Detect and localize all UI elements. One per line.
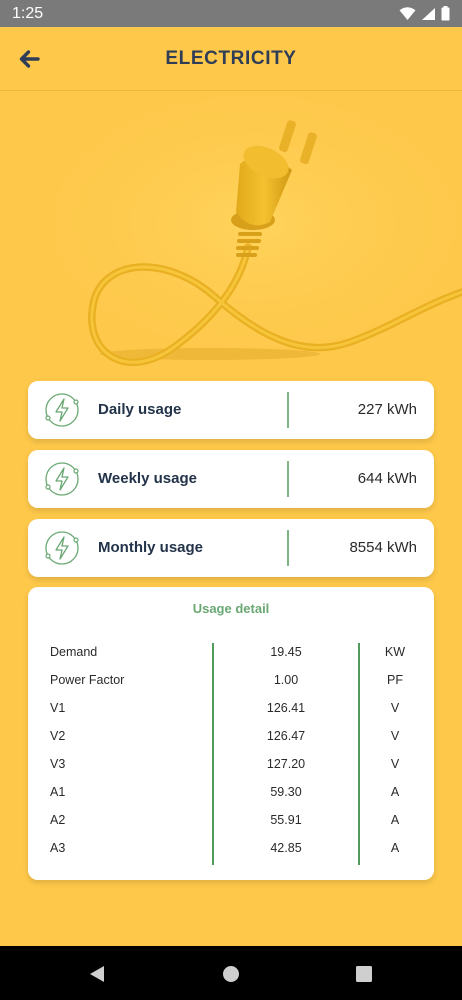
row-label: A2 [50,813,66,827]
table-row: V3 127.20 V [28,750,434,778]
card-divider [287,461,289,497]
row-unit: V [390,757,400,771]
row-value: 59.30 [270,785,302,799]
row-label: A1 [50,785,66,799]
table-row: Demand 19.45 KW [28,638,434,666]
row-label: V2 [50,729,66,743]
nav-home-button[interactable] [220,963,242,985]
row-value: 42.85 [270,841,302,855]
row-unit: V [390,701,400,715]
weekly-usage-value: 644 kWh [357,470,417,487]
status-time: 1:25 [12,4,44,22]
row-unit: A [390,813,400,827]
row-unit: KW [384,645,406,659]
table-row: V2 126.47 V [28,722,434,750]
card-divider [287,392,289,428]
row-unit: A [390,785,400,799]
row-label: V1 [50,701,66,715]
row-value: 127.20 [266,757,306,771]
status-icons [399,6,450,21]
wifi-icon [399,6,416,20]
table-row: A1 59.30 A [28,778,434,806]
weekly-usage-card[interactable]: Weekly usage 644 kWh [28,450,434,508]
table-row: Power Factor 1.00 PF [28,666,434,694]
table-row: V1 126.41 V [28,694,434,722]
nav-back-button[interactable] [86,963,108,985]
home-circle-icon [223,966,239,982]
usage-detail-title: Usage detail [192,601,270,616]
row-value: 126.47 [266,729,306,743]
daily-usage-label: Daily usage [98,401,182,418]
daily-usage-card[interactable]: Daily usage 227 kWh [28,381,434,439]
monthly-usage-label: Monthly usage [98,539,204,556]
monthly-usage-value: 8554 kWh [349,539,417,556]
row-value: 1.00 [273,673,299,687]
back-triangle-icon [90,966,104,982]
row-unit: PF [387,673,403,687]
page-title: ELECTRICITY [165,47,297,69]
battery-icon [441,6,450,21]
row-unit: A [390,841,400,855]
daily-usage-value: 227 kWh [357,401,417,418]
card-divider [287,530,289,566]
row-label: V3 [50,757,66,771]
plug-icon [0,92,462,382]
arrow-left-icon [19,50,40,68]
status-bar: 1:25 [0,0,462,27]
row-label: Power Factor [50,673,125,687]
app-bar: ELECTRICITY [0,27,462,91]
weekly-usage-label: Weekly usage [98,470,197,487]
hero-illustration [0,92,462,382]
back-button[interactable] [12,41,46,77]
navigation-bar [0,946,462,1000]
monthly-usage-card[interactable]: Monthly usage 8554 kWh [28,519,434,577]
table-row: A2 55.91 A [28,806,434,834]
row-label: A3 [50,841,66,855]
row-value: 55.91 [270,813,302,827]
signal-icon [422,7,435,20]
lightning-icon [45,393,79,427]
row-unit: V [390,729,400,743]
nav-recents-button[interactable] [353,963,375,985]
row-value: 126.41 [266,701,306,715]
lightning-icon [45,462,79,496]
row-label: Demand [50,645,98,659]
recents-square-icon [356,966,372,982]
row-value: 19.45 [270,645,302,659]
lightning-icon [45,531,79,565]
usage-detail-card: Usage detail Demand 19.45 KW Power Facto… [28,587,434,880]
table-row: A3 42.85 A [28,834,434,862]
